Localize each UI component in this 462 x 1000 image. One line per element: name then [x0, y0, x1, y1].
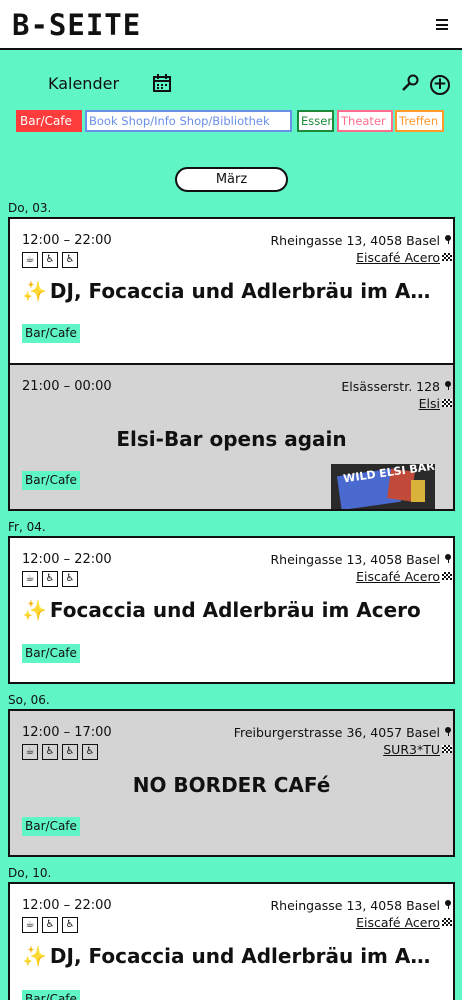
- filter-book-shop[interactable]: Book Shop/Info Shop/Bibliothek: [85, 110, 292, 132]
- dog-icon: ♿: [82, 744, 98, 760]
- event-venue-link[interactable]: Eiscafé Acero: [356, 915, 440, 930]
- accessibility-icons: ☕ ♿ ♿: [22, 571, 82, 587]
- event-title: NO BORDER CAFé: [132, 773, 331, 797]
- event-time: 12:00 – 22:00: [22, 233, 112, 248]
- accessibility-icon: ♿: [42, 252, 58, 268]
- accessibility-icon: ♿: [42, 571, 58, 587]
- search-icon[interactable]: [401, 74, 419, 92]
- sparkle-icon: ✨: [22, 598, 47, 622]
- event-title: Elsi-Bar opens again: [116, 427, 347, 451]
- coffee-icon: ☕: [22, 744, 38, 760]
- pin-icon: [445, 381, 451, 390]
- event-venue-link[interactable]: SUR3*TU: [383, 742, 440, 757]
- coffee-icon: ☕: [22, 252, 38, 268]
- day-label: Do, 10.: [8, 866, 52, 880]
- checkered-flag-icon: [442, 918, 452, 926]
- event-title: ✨ DJ, Focaccia und Adlerbräu im Acero: [22, 279, 441, 303]
- wheelchair-icon: ♿: [62, 744, 78, 760]
- event-address: Rheingasse 13, 4058 Basel: [270, 898, 440, 913]
- filter-theater[interactable]: Theater: [337, 110, 393, 132]
- pin-icon: [445, 554, 451, 563]
- checkered-flag-icon: [442, 253, 452, 261]
- event-card[interactable]: 21:00 – 00:00 Elsässerstr. 128 Elsi Elsi…: [8, 363, 455, 511]
- filter-essen[interactable]: Essen: [297, 110, 335, 132]
- event-time: 21:00 – 00:00: [22, 379, 112, 394]
- day-label: So, 06.: [8, 693, 50, 707]
- sparkle-icon: ✨: [22, 944, 47, 968]
- checkered-flag-icon: [442, 399, 452, 407]
- plus-circle-icon[interactable]: +: [430, 75, 450, 95]
- accessibility-icon: ♿: [42, 917, 58, 933]
- event-venue-link[interactable]: Eiscafé Acero: [356, 569, 440, 584]
- event-image: WILD ELSI BAR: [331, 464, 435, 509]
- event-category-tag: Bar/Cafe: [22, 817, 80, 836]
- event-title: ✨ Focaccia und Adlerbräu im Acero: [22, 598, 421, 622]
- pin-icon: [445, 727, 451, 736]
- coffee-icon: ☕: [22, 571, 38, 587]
- filter-bar-cafe[interactable]: Bar/Cafe: [16, 110, 82, 132]
- top-bar: B-SEITE: [0, 0, 462, 50]
- event-card[interactable]: 12:00 – 22:00 Rheingasse 13, 4058 Basel …: [8, 882, 455, 1000]
- event-venue-link[interactable]: Eiscafé Acero: [356, 250, 440, 265]
- day-label: Do, 03.: [8, 201, 52, 215]
- event-category-tag: Bar/Cafe: [22, 990, 80, 1000]
- event-address: Rheingasse 13, 4058 Basel: [270, 552, 440, 567]
- pin-icon: [445, 235, 451, 244]
- wheelchair-icon: ♿: [62, 917, 78, 933]
- accessibility-icons: ☕ ♿ ♿: [22, 917, 82, 933]
- event-category-tag: Bar/Cafe: [22, 644, 80, 663]
- event-address: Rheingasse 13, 4058 Basel: [270, 233, 440, 248]
- accessibility-icons: ☕ ♿ ♿: [22, 252, 82, 268]
- event-address: Freiburgerstrasse 36, 4057 Basel: [233, 725, 440, 740]
- event-card[interactable]: 12:00 – 22:00 Rheingasse 13, 4058 Basel …: [8, 536, 455, 684]
- hamburger-icon[interactable]: [436, 19, 448, 30]
- accessibility-icon: ♿: [42, 744, 58, 760]
- filter-treffen[interactable]: Treffen: [395, 110, 444, 132]
- sparkle-icon: ✨: [22, 279, 47, 303]
- event-time: 12:00 – 22:00: [22, 898, 112, 913]
- event-category-tag: Bar/Cafe: [22, 324, 80, 343]
- site-logo[interactable]: B-SEITE: [12, 10, 141, 40]
- coffee-icon: ☕: [22, 917, 38, 933]
- checkered-flag-icon: [442, 745, 452, 753]
- event-title: ✨ DJ, Focaccia und Adlerbräu im Acero: [22, 944, 441, 968]
- event-time: 12:00 – 17:00: [22, 725, 112, 740]
- calendar-icon[interactable]: [153, 74, 171, 92]
- month-selector[interactable]: März: [175, 167, 288, 192]
- event-time: 12:00 – 22:00: [22, 552, 112, 567]
- accessibility-icons: ☕ ♿ ♿ ♿: [22, 744, 102, 760]
- event-venue-link[interactable]: Elsi: [419, 396, 440, 411]
- wheelchair-icon: ♿: [62, 571, 78, 587]
- calendar-title: Kalender: [48, 74, 120, 93]
- wheelchair-icon: ♿: [62, 252, 78, 268]
- pin-icon: [445, 900, 451, 909]
- event-address: Elsässerstr. 128: [341, 379, 440, 394]
- event-card[interactable]: 12:00 – 17:00 Freiburgerstrasse 36, 4057…: [8, 709, 455, 857]
- checkered-flag-icon: [442, 572, 452, 580]
- event-category-tag: Bar/Cafe: [22, 471, 80, 490]
- day-label: Fr, 04.: [8, 520, 46, 534]
- event-card[interactable]: 12:00 – 22:00 Rheingasse 13, 4058 Basel …: [8, 217, 455, 365]
